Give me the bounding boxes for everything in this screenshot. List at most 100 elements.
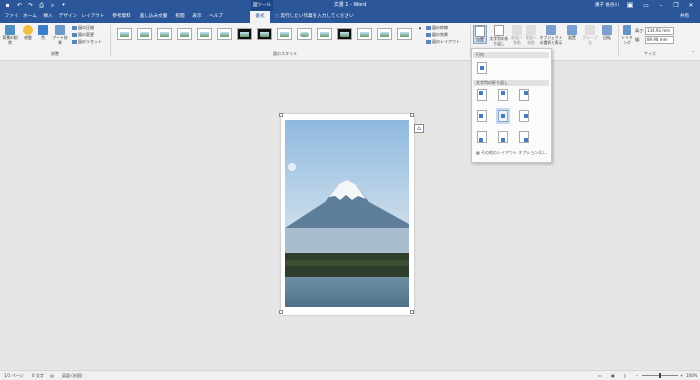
tab-mailings[interactable]: 差し込み文書 <box>137 11 170 23</box>
position-middle-center-option[interactable] <box>498 110 508 122</box>
tab-format[interactable]: 書式 <box>250 11 270 23</box>
compress-pictures-button[interactable]: 図の圧縮 <box>72 25 94 31</box>
crop-icon <box>623 25 631 35</box>
width-input[interactable]: 89.98 mm <box>645 36 674 44</box>
align-button[interactable]: 配置 <box>566 25 578 41</box>
position-top-right-option[interactable] <box>519 89 529 101</box>
restore-icon[interactable]: ❐ <box>668 0 684 11</box>
share-button[interactable]: 共有 <box>680 11 689 23</box>
change-picture-icon <box>72 33 77 37</box>
remove-background-button[interactable]: 背景の削除 <box>2 25 18 45</box>
picture-effects-button[interactable]: 図の効果 <box>426 32 448 38</box>
picture-layout-button[interactable]: 図のレイアウト <box>426 39 460 45</box>
tell-me-search[interactable]: ◌ 実行したい作業を入力してください <box>275 11 354 23</box>
artistic-effects-button[interactable]: アート効果 <box>51 25 69 45</box>
position-bottom-right-option[interactable] <box>519 131 529 143</box>
compress-icon <box>72 26 77 30</box>
reset-picture-icon <box>72 40 77 44</box>
picture-style-13[interactable] <box>357 28 372 40</box>
align-icon <box>567 25 577 35</box>
divider <box>110 25 111 57</box>
close-icon[interactable]: ✕ <box>683 0 699 11</box>
more-layout-options[interactable]: ▦ その他のレイアウト オプション(L)... <box>476 150 548 156</box>
crop-button[interactable]: トリミング <box>620 25 634 45</box>
tab-references[interactable]: 参考資料 <box>108 11 135 23</box>
divider <box>618 25 619 57</box>
picture-effects-icon <box>426 33 431 37</box>
group-label-adjust: 調整 <box>51 51 59 56</box>
height-field[interactable]: 高さ: 134.92 mm <box>635 27 674 35</box>
position-top-center-option[interactable] <box>498 89 508 101</box>
resize-handle[interactable] <box>410 310 414 314</box>
picture-style-14[interactable] <box>377 28 392 40</box>
picture-style-6[interactable] <box>217 28 232 40</box>
picture-style-3[interactable] <box>157 28 172 40</box>
resize-handle[interactable] <box>410 113 414 117</box>
tab-help[interactable]: ヘルプ <box>206 11 226 23</box>
picture-style-9[interactable] <box>277 28 292 40</box>
position-button[interactable]: 位置 <box>473 25 487 44</box>
wrap-section-header: 文字列の折り返し <box>473 80 549 86</box>
layout-options-icon[interactable]: ⌂ <box>414 124 424 133</box>
inline-section-header: 行内 <box>473 52 549 58</box>
position-middle-right-option[interactable] <box>519 110 529 122</box>
rotate-button[interactable]: 回転 <box>601 25 613 41</box>
wrap-text-icon <box>494 25 504 36</box>
rotate-icon <box>602 25 612 35</box>
zoom-slider-thumb[interactable] <box>659 373 661 378</box>
tab-design[interactable]: デザイン <box>57 11 79 23</box>
selection-pane-button[interactable]: オブジェクトの選択と表示 <box>539 25 563 45</box>
tab-insert[interactable]: 挿入 <box>40 11 56 23</box>
tab-file[interactable]: ファイル <box>3 11 20 31</box>
picture-style-7[interactable] <box>237 28 252 40</box>
picture-style-15[interactable] <box>397 28 412 40</box>
tab-view[interactable]: 表示 <box>189 11 205 23</box>
resize-handle[interactable] <box>279 310 283 314</box>
change-picture-button[interactable]: 図の変更 <box>72 32 94 38</box>
picture-style-5[interactable] <box>197 28 212 40</box>
picture-style-10[interactable] <box>297 28 312 40</box>
color-button[interactable]: 色 <box>37 25 49 41</box>
selection-pane-icon <box>546 25 556 35</box>
resize-handle[interactable] <box>279 113 283 117</box>
tab-home[interactable]: ホーム <box>22 11 38 23</box>
picture-style-1[interactable] <box>117 28 132 40</box>
send-backward-button[interactable]: 背面へ移動 <box>525 25 537 45</box>
ribbon-display-icon[interactable]: ▭ <box>638 0 654 11</box>
picture-border-button[interactable]: 図の枠線 <box>426 25 448 31</box>
remove-background-icon <box>5 25 15 35</box>
position-bottom-left-option[interactable] <box>477 131 487 143</box>
artistic-effects-icon <box>55 25 65 35</box>
color-icon <box>38 25 48 35</box>
picture-style-8[interactable] <box>257 28 272 40</box>
picture-style-4[interactable] <box>177 28 192 40</box>
height-input[interactable]: 134.92 mm <box>645 27 674 35</box>
group-label-size: サイズ <box>644 51 656 56</box>
bring-forward-icon <box>512 25 522 35</box>
collapse-ribbon-icon[interactable]: ⌃ <box>690 50 696 56</box>
bring-forward-button[interactable]: 前面へ移動 <box>511 25 523 45</box>
picture-style-2[interactable] <box>137 28 152 40</box>
group-button[interactable]: グループ化 <box>581 25 599 45</box>
position-middle-left-option[interactable] <box>477 110 487 122</box>
tab-layout[interactable]: レイアウト <box>80 11 106 23</box>
picture-style-12[interactable] <box>337 28 352 40</box>
picture-border-icon <box>426 26 431 30</box>
wrap-text-button[interactable]: 文字列の折り返し <box>489 25 509 46</box>
position-inline-option[interactable] <box>477 62 487 74</box>
mount-fuji-photo[interactable] <box>285 120 409 307</box>
picture-style-11[interactable] <box>317 28 332 40</box>
position-icon <box>475 26 485 37</box>
user-name[interactable]: 蓮子 長谷川 <box>595 0 619 11</box>
position-bottom-center-option[interactable] <box>498 131 508 143</box>
tab-review[interactable]: 校閲 <box>172 11 188 23</box>
account-avatar-icon[interactable]: ▣ <box>622 0 638 11</box>
width-field[interactable]: 幅: 89.98 mm <box>635 36 674 44</box>
corrections-button[interactable]: 修整 <box>21 25 35 41</box>
minimize-icon[interactable]: – <box>653 0 669 11</box>
group-label-picture-styles: 図のスタイル <box>273 51 297 56</box>
title-bar: ▪ ↶ ↷ ⎙ ⌕ ▾ 図ツール 文書 1 - Word 蓮子 長谷川 ▣ ▭ … <box>0 0 700 11</box>
position-top-left-option[interactable] <box>477 89 487 101</box>
styles-more-icon[interactable]: ▾ <box>417 27 423 32</box>
reset-picture-button[interactable]: 図のリセット <box>72 39 102 45</box>
